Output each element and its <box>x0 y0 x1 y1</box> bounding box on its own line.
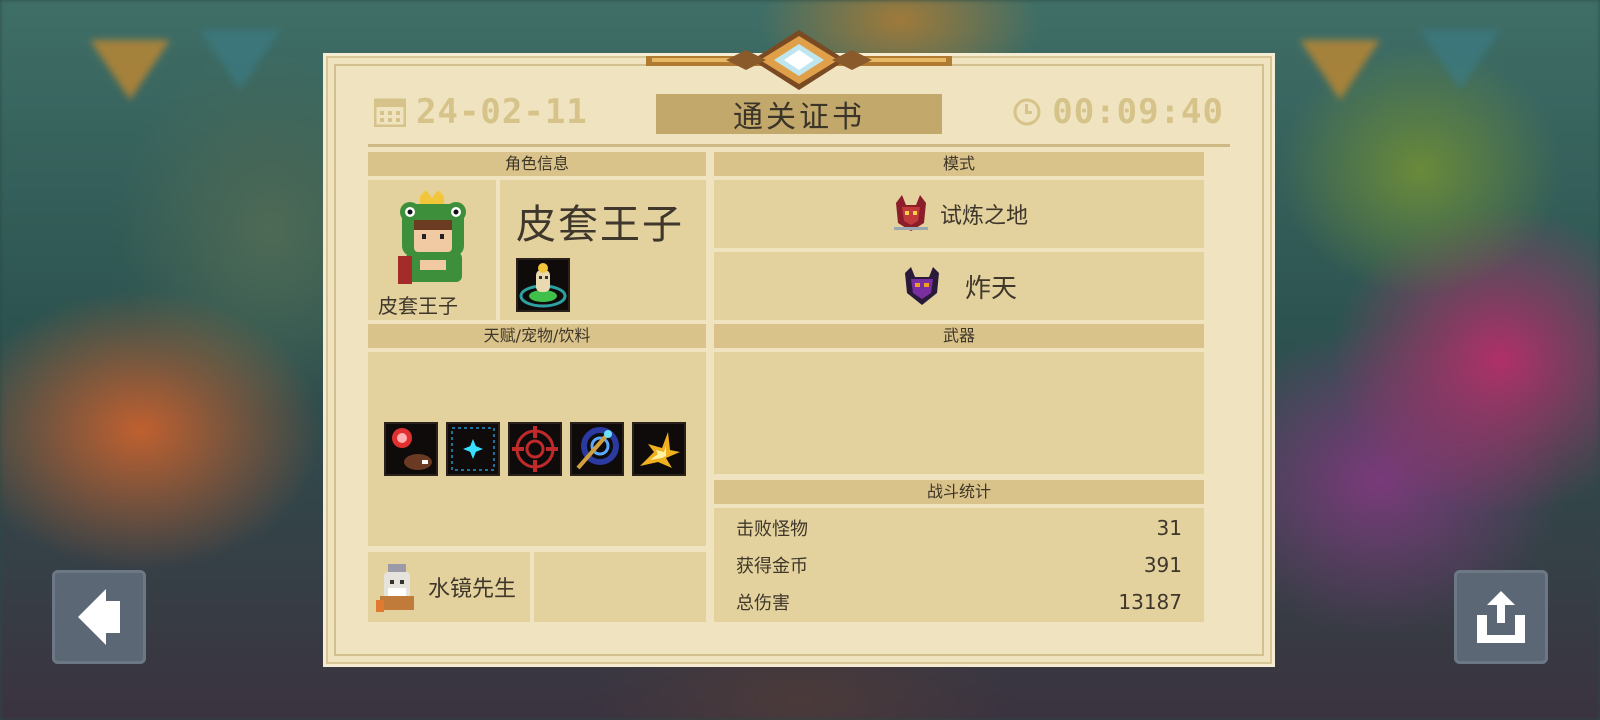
mode-trial-label: 试炼之地 <box>939 204 1028 229</box>
battle-stats-panel: 击败怪物 31 获得金币 391 总伤害 13187 <box>714 508 1204 622</box>
stat-label: 击败怪物 <box>736 519 808 540</box>
crosshair-buff-icon[interactable] <box>508 422 562 476</box>
mode-header: 模式 <box>714 152 1204 176</box>
share-button[interactable] <box>1454 570 1548 664</box>
bunting-flag <box>1300 40 1380 100</box>
clear-date: 24-02-11 <box>374 92 588 132</box>
battle-stats-header: 战斗统计 <box>714 480 1204 504</box>
time-text: 00:09:40 <box>1052 92 1224 132</box>
buff-glyph <box>451 427 495 471</box>
clear-time: 00:09:40 <box>1012 92 1224 132</box>
stat-value: 391 <box>1143 553 1182 577</box>
buff-glyph <box>512 426 558 472</box>
back-arrow-icon <box>78 589 120 645</box>
buffs-panel <box>368 352 706 546</box>
red-orb-buff-icon[interactable] <box>384 422 438 476</box>
stat-label: 总伤害 <box>736 593 790 614</box>
pet-panel: 水镜先生 <box>368 552 530 622</box>
portrait-character-name: 皮套王子 <box>378 294 458 318</box>
mode-item: 试炼之地 <box>714 180 1204 248</box>
character-name: 皮套王子 <box>516 202 684 248</box>
date-text: 24-02-11 <box>416 92 588 132</box>
stat-row: 总伤害 13187 <box>714 584 1204 620</box>
buffs-header: 天赋/宠物/饮料 <box>368 324 706 348</box>
stat-row: 击败怪物 31 <box>714 510 1204 546</box>
crest-ornament-icon <box>646 30 952 90</box>
demon-mode-icon <box>904 267 939 305</box>
character-skill-icon[interactable] <box>516 258 570 312</box>
character-info-header: 角色信息 <box>368 152 706 176</box>
stat-row: 获得金币 391 <box>714 547 1204 583</box>
clock-icon <box>1013 98 1041 126</box>
mode-demon-label: 炸天 <box>964 273 1017 304</box>
title-ribbon: 通关证书 <box>632 94 966 138</box>
explosion-buff-icon[interactable] <box>632 422 686 476</box>
bunting-flag <box>90 40 170 100</box>
mode-row-1: 试炼之地 <box>714 180 1204 248</box>
mode-item: 炸天 <box>714 252 1204 320</box>
buff-glyph <box>576 427 619 470</box>
character-portrait-panel: 皮套王子 <box>368 180 496 320</box>
back-button[interactable] <box>52 570 146 664</box>
stat-value: 31 <box>1156 516 1182 540</box>
character-detail-panel: 皮套王子 <box>500 180 706 320</box>
weapons-panel <box>714 352 1204 474</box>
weapons-header: 武器 <box>714 324 1204 348</box>
calendar-icon <box>374 98 406 127</box>
trial-grounds-icon <box>893 195 928 231</box>
stat-label: 获得金币 <box>736 556 808 577</box>
empty-slot-panel <box>534 552 706 622</box>
pet-name: 水镜先生 <box>428 577 517 602</box>
clear-certificate: 24-02-11 通关证书 00:09:40 角色信息 皮套王子 皮套王子 模式… <box>328 30 1270 662</box>
cyan-star-buff-icon[interactable] <box>446 422 500 476</box>
vortex-sword-buff-icon[interactable] <box>570 422 624 476</box>
skill-glyph <box>519 263 567 308</box>
stat-value: 13187 <box>1118 590 1182 614</box>
certificate-title: 通关证书 <box>656 94 942 135</box>
buff-glyph <box>392 428 432 470</box>
frog-prince-portrait <box>398 190 466 284</box>
mode-row-2: 炸天 <box>714 252 1204 320</box>
header-divider <box>368 144 1230 147</box>
bunting-flag <box>200 30 280 90</box>
buff-glyph <box>640 432 680 468</box>
share-icon <box>1477 591 1525 643</box>
bunting-flag <box>1420 30 1500 90</box>
pet-sprite-icon <box>376 564 414 612</box>
